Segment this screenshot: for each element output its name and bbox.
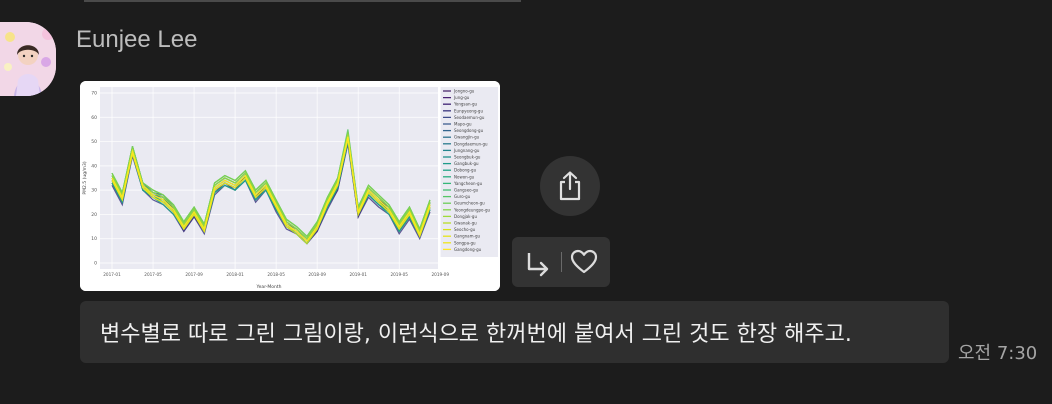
- legend-label: Gangseo-gu: [454, 188, 479, 193]
- legend-label: Yeongdeungpo-gu: [453, 207, 491, 212]
- plot-area: [100, 87, 438, 269]
- y-tick-label: 0: [94, 261, 97, 267]
- action-divider: [561, 252, 562, 272]
- legend-label: Mapo-gu: [454, 122, 472, 127]
- x-tick-label: 2017-09: [185, 272, 203, 277]
- share-button[interactable]: [540, 156, 600, 216]
- legend-label: Jongno-gu: [453, 89, 475, 94]
- y-tick-label: 50: [91, 139, 97, 145]
- share-icon: [559, 171, 581, 201]
- y-tick-label: 30: [91, 188, 97, 194]
- line-chart: 0 10 20 30 40 50 60 70 2017-01 2017-05 2017-09 201…: [80, 81, 500, 291]
- avatar-photo: [0, 22, 56, 96]
- legend-label: Seongbuk-gu: [454, 155, 481, 160]
- legend-label: Geumcheon-gu: [454, 201, 485, 206]
- y-axis-label: PM2.5 (ug/m3): [82, 161, 88, 194]
- legend-label: Songpa-gu: [454, 240, 476, 245]
- sender-name: Eunjee Lee: [76, 26, 198, 53]
- legend-label: Dongjak-gu: [454, 214, 477, 219]
- x-tick-label: 2017-01: [103, 272, 121, 277]
- x-tick-label: 2018-05: [267, 272, 285, 277]
- message-action-bar: [512, 237, 610, 287]
- legend-label: Seodaemun-gu: [454, 115, 485, 120]
- x-tick-label: 2018-01: [226, 272, 244, 277]
- legend-label: Jungnang-gu: [453, 148, 480, 153]
- legend-label: Seongdong-gu: [454, 128, 484, 133]
- legend-label: Jung-gu: [453, 95, 470, 100]
- chart-image-attachment[interactable]: 0 10 20 30 40 50 60 70 2017-01 2017-05 2017-09 201…: [80, 81, 500, 291]
- legend-label: Gwanak-gu: [454, 221, 477, 226]
- x-tick-label: 2019-01: [349, 272, 367, 277]
- legend-label: Yangcheon-gu: [453, 181, 483, 186]
- legend-label: Seocho-gu: [454, 227, 476, 232]
- x-tick-label: 2019-09: [432, 272, 450, 277]
- x-axis-label: Year-Month: [256, 284, 282, 290]
- legend-label: Gangnam-gu: [454, 234, 480, 239]
- y-tick-label: 40: [91, 163, 97, 169]
- x-tick-label: 2017-05: [144, 272, 162, 277]
- legend-label: Yongsan-gu: [453, 102, 477, 107]
- reply-icon[interactable]: [524, 249, 552, 277]
- legend-label: Gangbuk-gu: [454, 161, 479, 166]
- y-tick-label: 10: [91, 236, 97, 242]
- legend-label: Dongdaemun-gu: [454, 141, 488, 146]
- message-text: 변수별로 따로 그린 그림이랑, 이런식으로 한꺼번에 붙여서 그린 것도 한장…: [100, 322, 852, 347]
- previous-message-edge: [84, 0, 521, 2]
- legend-label: Gangdong-gu: [454, 247, 482, 252]
- y-tick-label: 60: [91, 115, 97, 121]
- x-tick-label: 2018-09: [308, 272, 326, 277]
- y-tick-label: 70: [91, 91, 97, 97]
- message-timestamp: 오전 7:30: [958, 343, 1038, 364]
- legend-label: Gwangjin-gu: [454, 135, 480, 140]
- legend-label: Guro-gu: [454, 194, 471, 199]
- y-tick-label: 20: [91, 212, 97, 218]
- avatar[interactable]: [0, 22, 56, 96]
- x-tick-label: 2019-05: [390, 272, 408, 277]
- message-bubble[interactable]: 변수별로 따로 그린 그림이랑, 이런식으로 한꺼번에 붙여서 그린 것도 한장…: [80, 301, 949, 363]
- legend-label: Dobong-gu: [454, 168, 477, 173]
- heart-icon[interactable]: [570, 248, 598, 276]
- legend-label: Eunpyeong-gu: [454, 108, 483, 113]
- legend-label: Nowon-gu: [454, 174, 475, 179]
